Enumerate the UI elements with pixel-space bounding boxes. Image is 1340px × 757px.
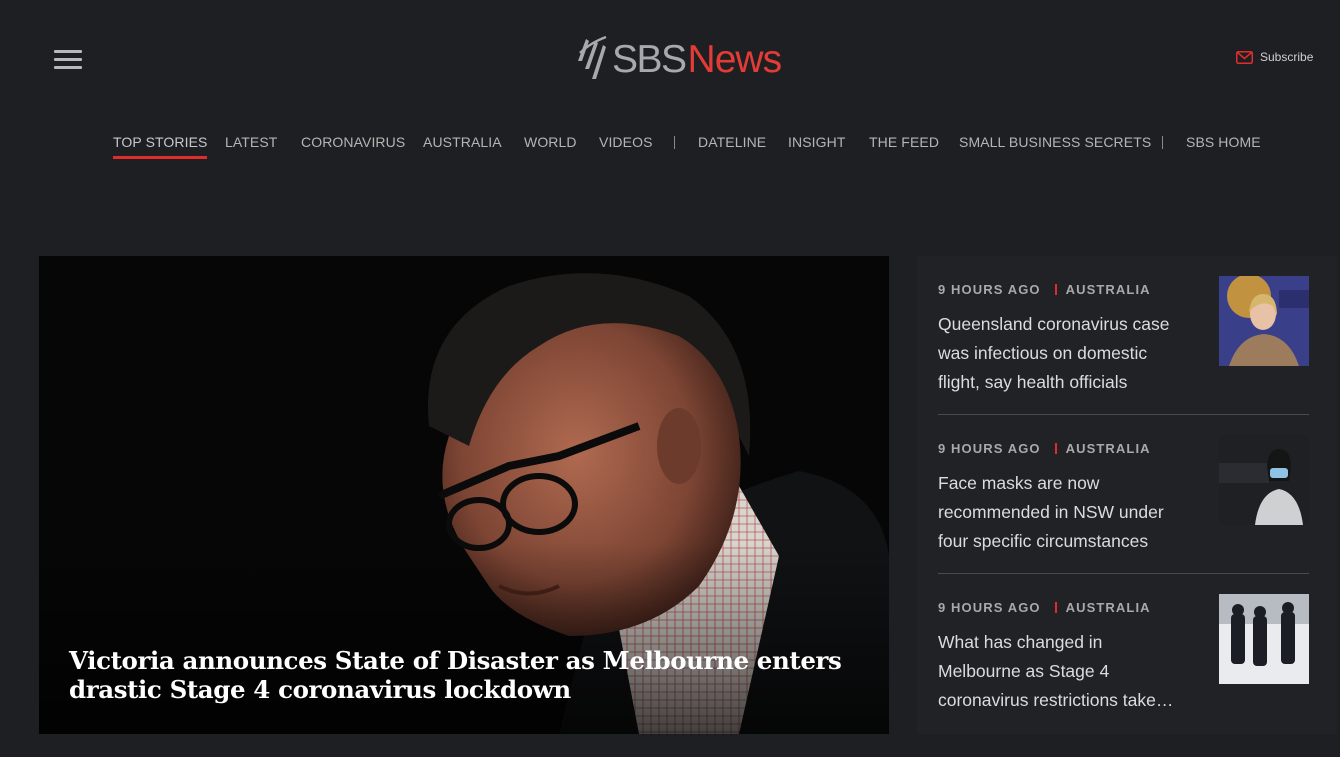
subscribe-label: Subscribe (1260, 50, 1314, 64)
story-timestamp: 9 HOURS AGO (938, 600, 1041, 615)
story-timestamp: 9 HOURS AGO (938, 441, 1041, 456)
sbs-news-logo[interactable]: SBS News (576, 34, 783, 86)
nav-insight[interactable]: INSIGHT (788, 134, 845, 150)
nav-the-feed[interactable]: THE FEED (869, 134, 939, 150)
story-title[interactable]: What has changed in Melbourne as Stage 4… (938, 628, 1188, 715)
story-category[interactable]: AUSTRALIA (1066, 441, 1151, 456)
nav-separator (1162, 136, 1163, 149)
nav-dateline[interactable]: DATELINE (698, 134, 766, 150)
site-header: SBS News Subscribe (0, 0, 1340, 120)
story-thumbnail-image (1219, 276, 1309, 366)
story-thumbnail[interactable] (1219, 594, 1309, 684)
sbs-mercator-icon (578, 35, 607, 79)
story-card[interactable]: 9 HOURS AGO AUSTRALIA What has changed i… (938, 574, 1309, 734)
story-card[interactable]: 9 HOURS AGO AUSTRALIA Queensland coronav… (938, 256, 1309, 416)
menu-icon[interactable] (54, 50, 82, 70)
story-meta: 9 HOURS AGO AUSTRALIA (938, 282, 1151, 297)
story-meta: 9 HOURS AGO AUSTRALIA (938, 441, 1151, 456)
meta-separator (1054, 443, 1057, 454)
logo-sbs-text: SBS (612, 38, 687, 81)
story-card[interactable]: 9 HOURS AGO AUSTRALIA Face masks are now… (938, 415, 1309, 575)
nav-separator (674, 136, 675, 149)
hero-story[interactable]: Victoria announces State of Disaster as … (39, 256, 889, 734)
main-nav: TOP STORIES LATEST CORONAVIRUS AUSTRALIA… (0, 134, 1340, 164)
story-thumbnail[interactable] (1219, 276, 1309, 366)
story-category[interactable]: AUSTRALIA (1066, 282, 1151, 297)
nav-latest[interactable]: LATEST (225, 134, 277, 150)
meta-separator (1054, 602, 1057, 613)
nav-australia[interactable]: AUSTRALIA (423, 134, 502, 150)
story-category[interactable]: AUSTRALIA (1066, 600, 1151, 615)
hero-headline[interactable]: Victoria announces State of Disaster as … (69, 646, 869, 704)
nav-sbs-home[interactable]: SBS HOME (1186, 134, 1261, 150)
meta-separator (1054, 284, 1057, 295)
nav-videos[interactable]: VIDEOS (599, 134, 653, 150)
subscribe-button[interactable]: Subscribe (1236, 50, 1313, 64)
story-thumbnail-image (1219, 435, 1309, 525)
nav-world[interactable]: WORLD (524, 134, 577, 150)
story-thumbnail[interactable] (1219, 435, 1309, 525)
logo-news-text: News (687, 38, 783, 81)
nav-top-stories[interactable]: TOP STORIES (113, 134, 208, 159)
envelope-icon (1236, 50, 1253, 64)
nav-small-business-secrets[interactable]: SMALL BUSINESS SECRETS (959, 134, 1151, 150)
story-title[interactable]: Face masks are now recommended in NSW un… (938, 469, 1188, 556)
top-stories-sidebar: 9 HOURS AGO AUSTRALIA Queensland coronav… (917, 256, 1337, 734)
story-timestamp: 9 HOURS AGO (938, 282, 1041, 297)
story-meta: 9 HOURS AGO AUSTRALIA (938, 600, 1151, 615)
nav-coronavirus[interactable]: CORONAVIRUS (301, 134, 405, 150)
story-title[interactable]: Queensland coronavirus case was infectio… (938, 310, 1188, 397)
story-thumbnail-image (1219, 594, 1309, 684)
